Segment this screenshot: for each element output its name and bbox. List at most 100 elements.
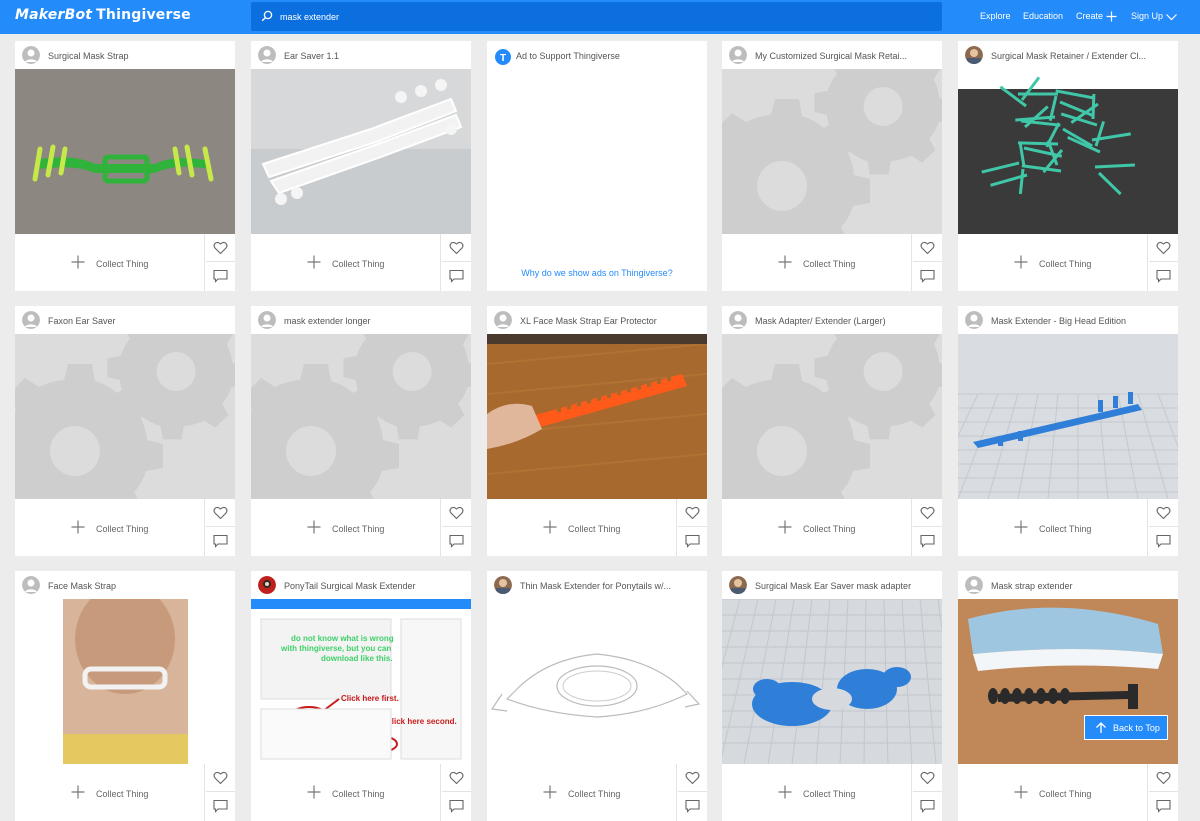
comment-button[interactable] — [442, 792, 471, 821]
thing-title[interactable]: Surgical Mask Retainer / Extender Cl... — [991, 51, 1171, 61]
comment-button[interactable] — [206, 262, 235, 291]
nav-explore[interactable]: Explore — [980, 11, 1011, 21]
comment-button[interactable] — [913, 792, 942, 821]
thing-title[interactable]: Surgical Mask Strap — [48, 51, 228, 61]
thing-card[interactable]: Faxon Ear Saver Collect Thing — [15, 306, 235, 556]
comment-button[interactable] — [206, 792, 235, 821]
avatar[interactable] — [258, 311, 276, 329]
like-button[interactable] — [913, 764, 942, 792]
thing-title[interactable]: XL Face Mask Strap Ear Protector — [520, 316, 700, 326]
comment-button[interactable] — [678, 792, 707, 821]
thing-card[interactable]: Face Mask Strap Collect Thing — [15, 571, 235, 821]
like-button[interactable] — [206, 499, 235, 527]
collect-thing-button[interactable]: Collect Thing — [15, 499, 205, 556]
comment-button[interactable] — [1149, 527, 1178, 556]
avatar[interactable] — [729, 311, 747, 329]
like-button[interactable] — [1149, 764, 1178, 792]
collect-thing-button[interactable]: Collect Thing — [722, 764, 912, 821]
avatar[interactable] — [729, 46, 747, 64]
thing-image[interactable] — [15, 69, 235, 234]
thing-title[interactable]: Surgical Mask Ear Saver mask adapter — [755, 581, 935, 591]
comment-button[interactable] — [1149, 262, 1178, 291]
comment-button[interactable] — [442, 527, 471, 556]
nav-sign-up[interactable]: Sign Up — [1131, 11, 1177, 21]
avatar[interactable] — [965, 46, 983, 64]
thing-title[interactable]: Faxon Ear Saver — [48, 316, 228, 326]
thing-title[interactable]: Mask strap extender — [991, 581, 1171, 591]
thing-card[interactable]: PonyTail Surgical Mask Extender do not kn… — [251, 571, 471, 821]
collect-thing-button[interactable]: Collect Thing — [958, 499, 1148, 556]
thing-image[interactable]: do not know what is wrong with thingivers… — [251, 599, 471, 764]
thing-title[interactable]: PonyTail Surgical Mask Extender — [284, 581, 464, 591]
like-button[interactable] — [206, 764, 235, 792]
avatar[interactable] — [258, 46, 276, 64]
search-input[interactable] — [280, 9, 920, 25]
thing-card[interactable]: Mask strap extender Collect Thing — [958, 571, 1178, 821]
thing-card[interactable]: mask extender longer Collect Thing — [251, 306, 471, 556]
thing-card[interactable]: Surgical Mask Retainer / Extender Cl... C… — [958, 41, 1178, 291]
makerbot-thingiverse-logo[interactable]: MakerBot Thingiverse — [15, 7, 191, 23]
collect-thing-button[interactable]: Collect Thing — [722, 499, 912, 556]
thing-image[interactable] — [958, 69, 1178, 234]
thing-image[interactable] — [251, 334, 471, 499]
collect-thing-button[interactable]: Collect Thing — [487, 499, 677, 556]
comment-button[interactable] — [1149, 792, 1178, 821]
thing-card[interactable]: Ear Saver 1.1 Collect Thing — [251, 41, 471, 291]
like-button[interactable] — [678, 764, 707, 792]
thing-card[interactable]: My Customized Surgical Mask Retai... Coll… — [722, 41, 942, 291]
thing-image[interactable] — [487, 334, 707, 499]
like-button[interactable] — [442, 764, 471, 792]
like-button[interactable] — [442, 499, 471, 527]
comment-button[interactable] — [913, 527, 942, 556]
ad-card[interactable]: T Ad to Support Thingiverse Why do we show… — [487, 41, 707, 291]
thing-image[interactable] — [722, 334, 942, 499]
thing-title[interactable]: Thin Mask Extender for Ponytails w/... — [520, 581, 700, 591]
like-button[interactable] — [678, 499, 707, 527]
thing-title[interactable]: Mask Extender - Big Head Edition — [991, 316, 1171, 326]
thing-image[interactable] — [15, 599, 235, 764]
like-button[interactable] — [442, 234, 471, 262]
thing-card[interactable]: XL Face Mask Strap Ear Protector Collect … — [487, 306, 707, 556]
avatar[interactable] — [494, 576, 512, 594]
collect-thing-button[interactable]: Collect Thing — [958, 234, 1148, 291]
nav-create[interactable]: Create — [1076, 11, 1117, 22]
search-bar[interactable] — [251, 2, 942, 31]
thing-card[interactable]: Mask Extender - Big Head Edition Collect … — [958, 306, 1178, 556]
ad-info-link[interactable]: Why do we show ads on Thingiverse? — [487, 268, 707, 278]
thing-title[interactable]: mask extender longer — [284, 316, 464, 326]
thing-title[interactable]: Mask Adapter/ Extender (Larger) — [755, 316, 935, 326]
comment-button[interactable] — [913, 262, 942, 291]
avatar[interactable] — [22, 576, 40, 594]
thing-image[interactable] — [487, 599, 707, 764]
like-button[interactable] — [206, 234, 235, 262]
avatar[interactable] — [729, 576, 747, 594]
thing-image[interactable] — [251, 69, 471, 234]
collect-thing-button[interactable]: Collect Thing — [251, 234, 441, 291]
thing-card[interactable]: Mask Adapter/ Extender (Larger) Collect T… — [722, 306, 942, 556]
collect-thing-button[interactable]: Collect Thing — [15, 234, 205, 291]
thing-card[interactable]: Thin Mask Extender for Ponytails w/... Co… — [487, 571, 707, 821]
thing-card[interactable]: Surgical Mask Strap Collect Thing — [15, 41, 235, 291]
thing-title[interactable]: Ear Saver 1.1 — [284, 51, 464, 61]
like-button[interactable] — [913, 499, 942, 527]
thing-image[interactable] — [722, 69, 942, 234]
thing-title[interactable]: My Customized Surgical Mask Retai... — [755, 51, 935, 61]
back-to-top-button[interactable]: Back to Top — [1084, 715, 1168, 740]
avatar[interactable] — [965, 311, 983, 329]
thing-image[interactable] — [15, 334, 235, 499]
thing-card[interactable]: Surgical Mask Ear Saver mask adapter Coll… — [722, 571, 942, 821]
collect-thing-button[interactable]: Collect Thing — [487, 764, 677, 821]
comment-button[interactable] — [206, 527, 235, 556]
thing-image[interactable] — [958, 334, 1178, 499]
avatar[interactable] — [22, 311, 40, 329]
like-button[interactable] — [1149, 499, 1178, 527]
like-button[interactable] — [1149, 234, 1178, 262]
thing-title[interactable]: Face Mask Strap — [48, 581, 228, 591]
nav-education[interactable]: Education — [1023, 11, 1063, 21]
collect-thing-button[interactable]: Collect Thing — [15, 764, 205, 821]
avatar[interactable] — [22, 46, 40, 64]
like-button[interactable] — [913, 234, 942, 262]
avatar[interactable] — [494, 311, 512, 329]
collect-thing-button[interactable]: Collect Thing — [722, 234, 912, 291]
collect-thing-button[interactable]: Collect Thing — [251, 764, 441, 821]
